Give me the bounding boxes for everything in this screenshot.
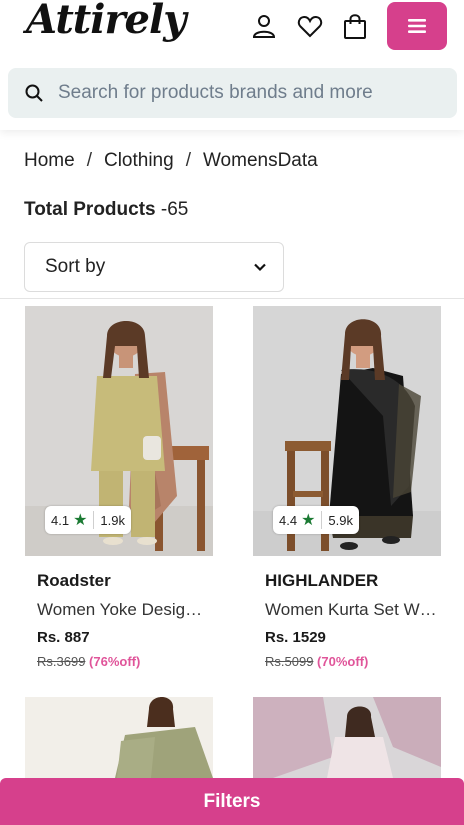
product-card[interactable]: 4.1 ★ 1.9k Roadster Women Yoke Design Ku… [25,306,213,669]
discount-label: (76%off) [89,654,141,669]
product-image[interactable]: 4.4 ★ 5.9k [253,306,441,556]
original-price: Rs.5099 [265,654,314,669]
sort-label: Sort by [45,256,106,277]
breadcrumb-separator: / [86,150,92,171]
rating-badge: 4.4 ★ 5.9k [273,506,359,534]
brand-logo[interactable]: Attirely [26,0,186,43]
rating-badge: 4.1 ★ 1.9k [45,506,131,534]
breadcrumb: Home / Clothing / WomensData [24,150,318,172]
breadcrumb-current: WomensData [202,150,318,171]
product-brand: HIGHLANDER [265,571,379,590]
total-products: Total Products -65 [24,199,188,221]
product-price: Rs. 1529 [265,629,326,646]
breadcrumb-separator: / [185,150,191,171]
rating-count: 5.9k [328,512,353,528]
total-products-count: -65 [160,199,189,220]
search-input[interactable] [58,82,438,104]
search-icon [25,84,43,102]
bag-icon[interactable] [341,12,369,40]
rating-divider [93,511,95,529]
product-name: Women Kurta Set With Dupatta [265,600,437,619]
rating-value: 4.1 [51,512,70,528]
top-header: Attirely [0,0,464,130]
rating-count: 1.9k [100,512,125,528]
breadcrumb-home[interactable]: Home [24,150,75,172]
star-icon: ★ [73,512,88,529]
total-products-label: Total Products [24,199,156,220]
chevron-down-icon [254,263,266,272]
divider [0,298,464,299]
product-mrp: Rs.3699 (76%off) [37,654,213,669]
filters-button[interactable]: Filters [0,778,464,825]
product-mrp: Rs.5099 (70%off) [265,654,441,669]
heart-icon[interactable] [296,12,324,40]
user-icon[interactable] [250,12,278,40]
product-card[interactable] [25,697,213,778]
menu-button[interactable] [387,2,447,50]
product-image[interactable]: 4.1 ★ 1.9k [25,306,213,556]
product-price: Rs. 887 [37,629,90,646]
star-icon: ★ [301,512,316,529]
discount-label: (70%off) [317,654,369,669]
breadcrumb-clothing[interactable]: Clothing [104,150,174,172]
product-card[interactable]: 4.4 ★ 5.9k HIGHLANDER Women Kurta Set Wi… [253,306,441,669]
original-price: Rs.3699 [37,654,86,669]
product-image[interactable] [25,697,213,778]
sort-dropdown[interactable]: Sort by [24,242,284,292]
product-card[interactable] [253,697,441,778]
menu-icon [408,19,426,33]
search-bar[interactable] [8,68,457,118]
product-image[interactable] [253,697,441,778]
rating-divider [321,511,323,529]
product-name: Women Yoke Design Kurta [37,600,209,619]
rating-value: 4.4 [279,512,298,528]
product-brand: Roadster [37,571,111,590]
